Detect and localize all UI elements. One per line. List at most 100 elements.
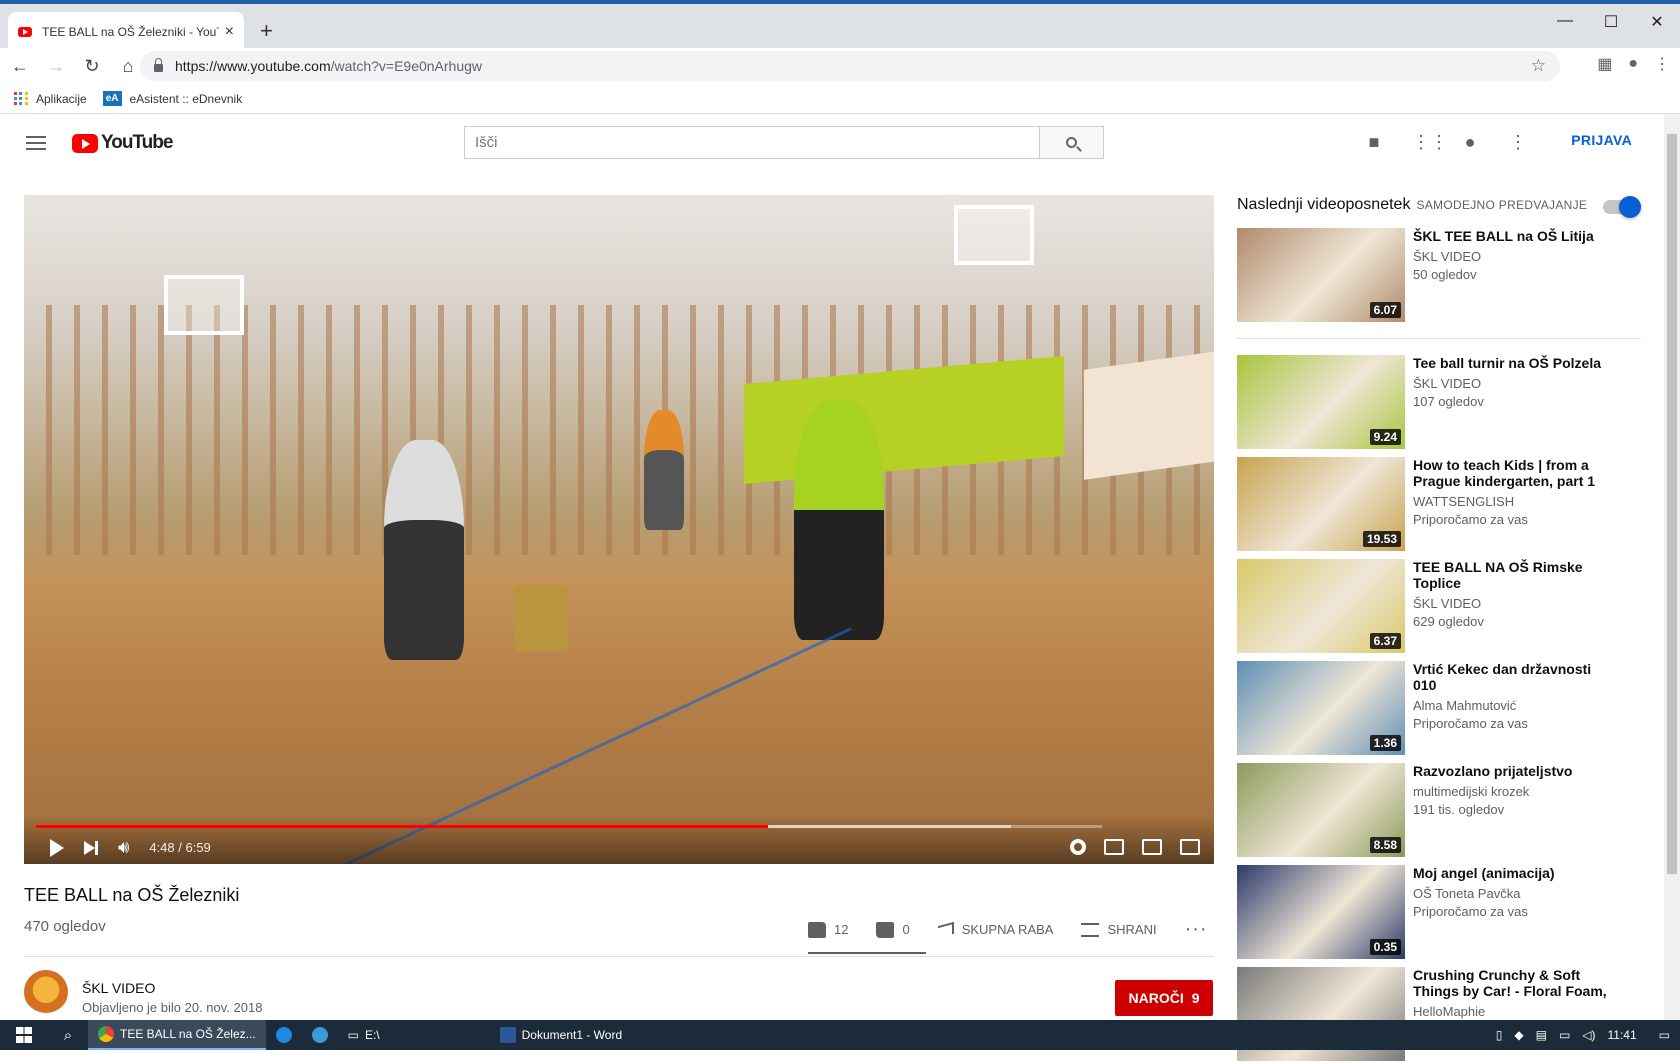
notifications-icon[interactable]: ▭ [1659,1028,1670,1042]
more-actions-icon[interactable]: ··· [1185,918,1208,941]
fullscreen-icon[interactable] [1180,839,1200,855]
address-bar[interactable]: https://www.youtube.com/watch?v=E9e0nArh… [140,51,1560,81]
bookmark-star-icon[interactable]: ☆ [1531,56,1546,76]
bookmark-easistent[interactable]: eA eAsistent :: eDnevnik [102,91,243,106]
recommended-video[interactable]: 9.24 Tee ball turnir na OŠ Polzela ŠKL VID… [1237,355,1641,449]
miniplayer-icon[interactable] [1104,839,1124,855]
taskbar-explorer[interactable]: ▭ E:\ [338,1020,390,1050]
recommended-video[interactable]: 8.58 Razvozlano prijateljstvo multimedijsk… [1237,763,1641,857]
video-thumbnail[interactable]: 0.35 [1237,865,1405,959]
video-title[interactable]: How to teach Kids | from a Prague kinder… [1413,457,1613,489]
save-label: SHRANI [1107,922,1157,937]
profile-icon[interactable]: ● [1628,55,1638,73]
video-title[interactable]: ŠKL TEE BALL na OŠ Litija [1413,228,1613,244]
search-box [464,126,1104,159]
reload-icon[interactable]: ↻ [76,56,108,77]
video-meta: Razvozlano prijateljstvo multimedijski kr… [1413,763,1613,857]
video-thumbnail[interactable]: 19.53 [1237,457,1405,551]
scrollbar-thumb[interactable] [1667,134,1677,874]
progress-bar[interactable] [36,825,1102,828]
notes-icon[interactable]: ▤ [1536,1028,1547,1042]
speaker-icon[interactable]: ◁) [1582,1028,1595,1042]
video-actions: 12 0 SKUPNA RABA SHRANI ··· [808,918,1208,941]
apps-icon[interactable]: ⋮⋮ [1412,132,1448,152]
video-thumbnail[interactable]: 8.58 [1237,763,1405,857]
taskbar-word[interactable]: Dokument1 - Word [490,1020,632,1050]
recommended-video[interactable]: 6.07 ŠKL TEE BALL na OŠ Litija ŠKL VIDEO 50… [1237,228,1641,322]
recommended-video[interactable]: Crushing Crunchy & Soft Things by Car! -… [1237,967,1641,1061]
autoplay-toggle[interactable] [1603,196,1641,218]
video-title[interactable]: TEE BALL NA OŠ Rimske Toplice [1413,559,1613,591]
header-actions: ■ ⋮⋮ ● ⋮ [1364,132,1528,152]
upload-video-icon[interactable]: ■ [1364,132,1384,152]
usb-icon[interactable]: ▯ [1496,1028,1503,1042]
video-title[interactable]: Razvozlano prijateljstvo [1413,763,1613,779]
security-icon[interactable]: ◆ [1514,1028,1523,1042]
share-button[interactable]: SKUPNA RABA [937,921,1054,938]
signin-button[interactable]: PRIJAVA [1571,132,1632,148]
duration-badge: 19.53 [1362,531,1401,547]
taskbar-ie[interactable] [302,1020,338,1050]
recommended-video[interactable]: 19.53 How to teach Kids | from a Prague k… [1237,457,1641,551]
minimize-icon[interactable]: — [1542,12,1588,32]
recommended-video[interactable]: 0.35 Moj angel (animacija) OŠ Toneta Pavčk… [1237,865,1641,959]
player-left-controls: 🔊︎ 4:48 / 6:59 [50,837,211,858]
browser-actions: ▦ ● ⋮ [1597,54,1670,74]
channel-avatar[interactable] [24,970,68,1014]
volume-icon[interactable]: 🔊︎ [118,837,129,858]
next-icon[interactable] [84,840,98,855]
taskbar-edge[interactable] [266,1020,302,1050]
settings-menu-icon[interactable]: ⋮ [1508,132,1528,152]
youtube-logo[interactable]: YouTube [72,132,173,154]
like-button[interactable]: 12 [808,921,848,938]
messages-icon[interactable]: ● [1460,132,1480,152]
maximize-icon[interactable]: ☐ [1588,12,1634,32]
dislike-button[interactable]: 0 [876,921,910,938]
forward-icon[interactable]: → [40,56,72,77]
video-player[interactable]: 🔊︎ 4:48 / 6:59 [24,195,1214,864]
bookmark-apps[interactable]: Aplikacije [14,91,87,106]
video-title[interactable]: Vrtić Kekec dan državnosti 010 [1413,661,1613,693]
taskbar-chrome[interactable]: TEE BALL na OŠ Želez... [88,1020,266,1050]
video-title[interactable]: Moj angel (animacija) [1413,865,1613,881]
recommended-video[interactable]: 1.36 Vrtić Kekec dan državnosti 010 Alma M… [1237,661,1641,755]
save-button[interactable]: SHRANI [1081,922,1157,937]
channel-name[interactable]: ŠKL VIDEO [82,980,262,996]
search-input[interactable] [464,126,1040,159]
search-button[interactable] [1040,126,1104,159]
video-thumbnail[interactable]: 6.37 [1237,559,1405,653]
video-thumbnail[interactable]: 9.24 [1237,355,1405,449]
taskbar-task-label: Dokument1 - Word [521,1028,623,1042]
new-tab-icon[interactable]: + [260,18,273,44]
video-frame-bucket [514,585,568,651]
browser-tab[interactable]: TEE BALL na OŠ Železniki - YouTube × [8,12,244,52]
taskbar-search-icon[interactable]: ⌕ [48,1027,88,1044]
video-thumbnail[interactable]: 6.07 [1237,228,1405,322]
close-tab-icon[interactable]: × [225,23,234,41]
taskbar-task-label: TEE BALL na OŠ Želez... [120,1027,256,1041]
page-scrollbar[interactable] [1664,114,1680,1020]
video-thumbnail[interactable]: 1.36 [1237,661,1405,755]
video-title[interactable]: Tee ball turnir na OŠ Polzela [1413,355,1613,371]
video-title[interactable]: Crushing Crunchy & Soft Things by Car! -… [1413,967,1613,999]
video-meta: Crushing Crunchy & Soft Things by Car! -… [1413,967,1613,1020]
start-button[interactable] [0,1027,48,1043]
browser-menu-icon[interactable]: ⋮ [1654,54,1670,74]
subscribe-button[interactable]: NAROČI 9 [1115,980,1213,1016]
close-window-icon[interactable]: ✕ [1634,12,1680,32]
share-label: SKUPNA RABA [961,922,1054,937]
recommended-video[interactable]: 6.37 TEE BALL NA OŠ Rimske Toplice ŠKL VID… [1237,559,1641,653]
autoplay-label: SAMODEJNO PREDVAJANJE [1416,198,1588,212]
settings-gear-icon[interactable] [1070,839,1086,855]
bookmark-label: eAsistent :: eDnevnik [129,91,243,106]
theater-mode-icon[interactable] [1142,839,1162,855]
back-icon[interactable]: ← [4,56,36,77]
hamburger-menu-icon[interactable] [26,136,46,150]
extension-icon[interactable]: ▦ [1597,54,1612,74]
clock[interactable]: 11:41 [1608,1028,1637,1042]
play-icon[interactable] [50,838,64,857]
network-icon[interactable]: ▭ [1559,1028,1570,1042]
drive-icon: ▭ [347,1028,359,1042]
video-channel: ŠKL VIDEO [1413,376,1482,391]
channel-info: ŠKL VIDEO Objavljeno je bilo 20. nov. 20… [24,970,262,1015]
